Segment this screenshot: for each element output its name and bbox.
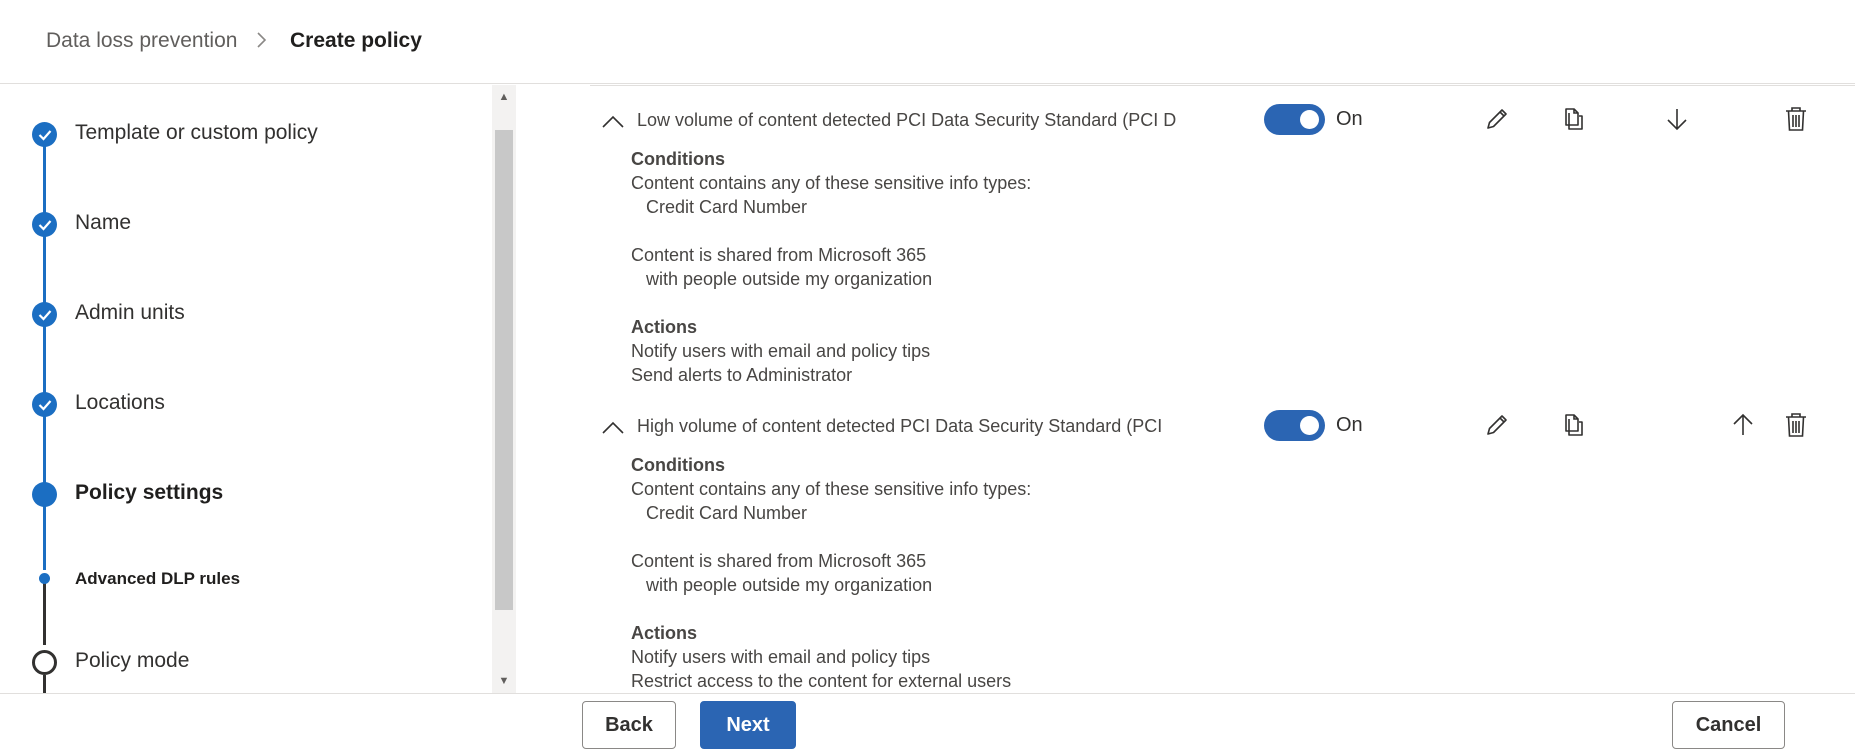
toggle-label: On	[1336, 414, 1363, 436]
toggle-knob	[1300, 110, 1319, 129]
condition-value: with people outside my organization	[646, 575, 933, 595]
actions-heading: Actions	[631, 317, 698, 337]
arrow-up-icon[interactable]	[1728, 410, 1758, 440]
rules-panel: Low volume of content detected PCI Data …	[518, 85, 1855, 693]
rule-status-toggle[interactable]	[1264, 104, 1325, 135]
step-connector	[43, 675, 46, 693]
rule-title: Low volume of content detected PCI Data …	[637, 110, 1177, 130]
step-policy-settings[interactable]: Policy settings	[75, 481, 223, 505]
page-header: Data loss prevention Create policy	[0, 0, 1855, 84]
rule-card: Low volume of content detected PCI Data …	[518, 104, 1855, 404]
action-text: Send alerts to Administrator	[631, 365, 853, 385]
wizard-steps: Template or custom policy Name Admin uni…	[0, 85, 492, 693]
wizard-footer: Back Next Cancel	[0, 693, 1855, 750]
rule-header: High volume of content detected PCI Data…	[518, 410, 1855, 450]
conditions-heading: Conditions	[631, 149, 725, 169]
step-current-dot-icon	[32, 482, 57, 507]
condition-value: with people outside my organization	[646, 269, 933, 289]
next-button[interactable]: Next	[700, 701, 796, 749]
rule-title: High volume of content detected PCI Data…	[637, 416, 1163, 436]
arrow-down-icon[interactable]	[1662, 104, 1692, 134]
delete-trash-icon[interactable]	[1781, 410, 1811, 440]
scroll-thumb[interactable]	[495, 130, 513, 610]
substep-current-dot-icon	[39, 573, 50, 584]
action-text: Notify users with email and policy tips	[631, 647, 931, 667]
step-name[interactable]: Name	[75, 211, 131, 235]
toggle-label: On	[1336, 108, 1363, 130]
substep-advanced-dlp-rules[interactable]: Advanced DLP rules	[75, 569, 240, 589]
action-text: Restrict access to the content for exter…	[631, 671, 1012, 691]
condition-text: Content is shared from Microsoft 365	[631, 245, 927, 265]
actions-heading: Actions	[631, 623, 698, 643]
chevron-up-icon[interactable]	[600, 418, 626, 438]
step-admin-units[interactable]: Admin units	[75, 301, 185, 325]
divider	[590, 85, 1855, 86]
chevron-right-icon	[256, 30, 274, 54]
edit-pencil-icon[interactable]	[1482, 410, 1512, 440]
step-template-or-custom-policy[interactable]: Template or custom policy	[75, 121, 318, 145]
condition-value: Credit Card Number	[646, 503, 808, 523]
step-incomplete-circle-icon	[32, 650, 57, 675]
step-complete-check-icon	[32, 392, 57, 417]
rule-header: Low volume of content detected PCI Data …	[518, 104, 1855, 144]
edit-pencil-icon[interactable]	[1482, 104, 1512, 134]
condition-value: Credit Card Number	[646, 197, 808, 217]
step-connector	[43, 580, 46, 645]
copy-icon[interactable]	[1558, 104, 1588, 134]
breadcrumb-current: Create policy	[290, 29, 422, 52]
condition-text: Content contains any of these sensitive …	[631, 173, 1032, 193]
rule-status-toggle[interactable]	[1264, 410, 1325, 441]
step-locations[interactable]: Locations	[75, 391, 165, 415]
scroll-up-arrow-icon[interactable]: ▲	[492, 85, 516, 109]
step-policy-mode[interactable]: Policy mode	[75, 649, 189, 673]
chevron-up-icon[interactable]	[600, 112, 626, 132]
condition-text: Content is shared from Microsoft 365	[631, 551, 927, 571]
step-complete-check-icon	[32, 212, 57, 237]
delete-trash-icon[interactable]	[1781, 104, 1811, 134]
conditions-heading: Conditions	[631, 455, 725, 475]
copy-icon[interactable]	[1558, 410, 1588, 440]
toggle-knob	[1300, 416, 1319, 435]
scroll-down-arrow-icon[interactable]: ▼	[492, 669, 516, 693]
cancel-button[interactable]: Cancel	[1672, 701, 1785, 749]
breadcrumb-parent-link[interactable]: Data loss prevention	[46, 29, 237, 53]
step-complete-check-icon	[32, 302, 57, 327]
step-complete-check-icon	[32, 122, 57, 147]
action-text: Notify users with email and policy tips	[631, 341, 931, 361]
rule-card: High volume of content detected PCI Data…	[518, 410, 1855, 693]
condition-text: Content contains any of these sensitive …	[631, 479, 1032, 499]
back-button[interactable]: Back	[582, 701, 676, 749]
nav-scrollbar[interactable]: ▲ ▼	[492, 85, 516, 693]
